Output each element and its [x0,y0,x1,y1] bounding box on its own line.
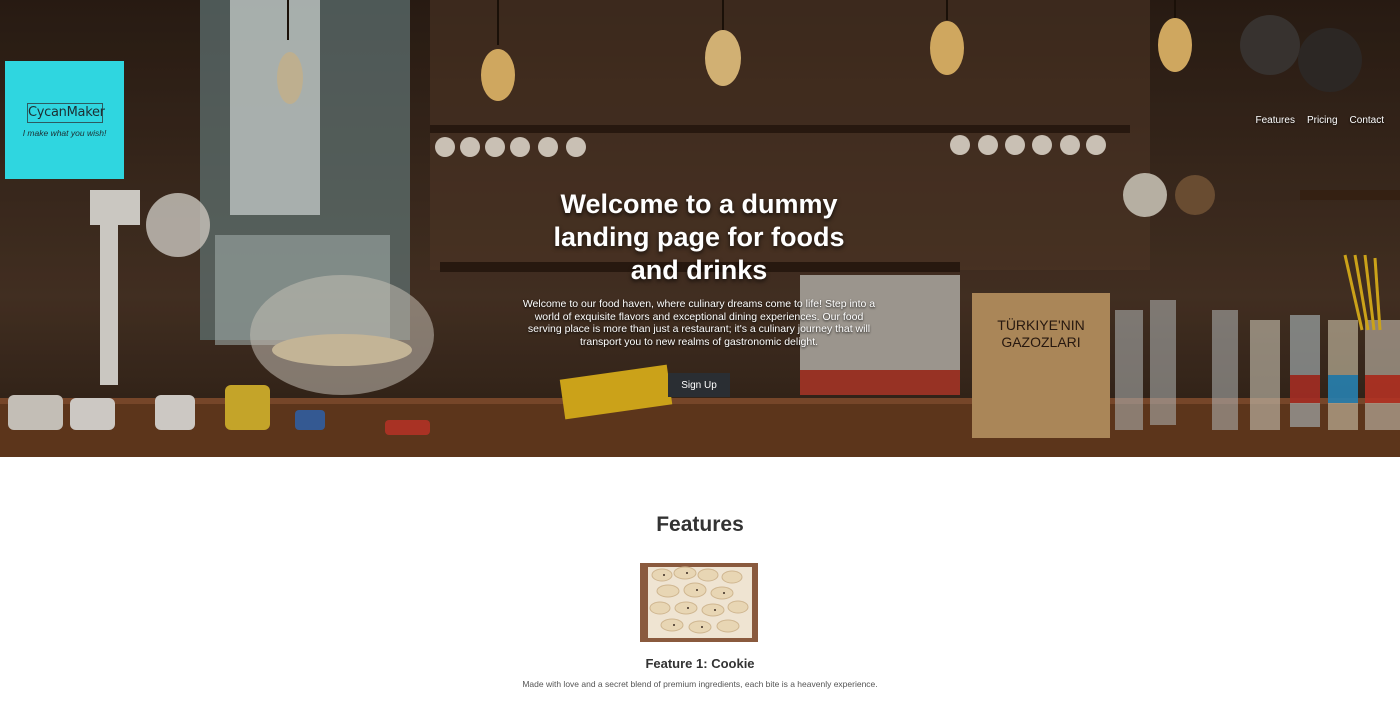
features-heading: Features [656,513,744,536]
nav-link-features[interactable]: Features [1255,115,1294,126]
logo[interactable]: CycanMaker I make what you wish! [5,61,124,179]
nav-link-contact[interactable]: Contact [1350,115,1384,126]
hero-description: Welcome to our food haven, where culinar… [522,298,876,348]
logo-tagline: I make what you wish! [22,128,107,138]
logo-name: CycanMaker [27,103,105,123]
cookie-image [640,563,758,642]
hero-section: TÜRKIYE'NIN GAZOZLARI CycanMaker I make … [0,0,1400,457]
sign-up-button[interactable]: Sign Up [668,373,730,397]
main-nav: Features Pricing Contact [1255,115,1384,126]
nav-link-pricing[interactable]: Pricing [1307,115,1338,126]
feature-description: Made with love and a secret blend of pre… [522,679,878,689]
hero-title: Welcome to a dummy landing page for food… [553,189,845,285]
feature-title: Feature 1: Cookie [645,656,755,671]
